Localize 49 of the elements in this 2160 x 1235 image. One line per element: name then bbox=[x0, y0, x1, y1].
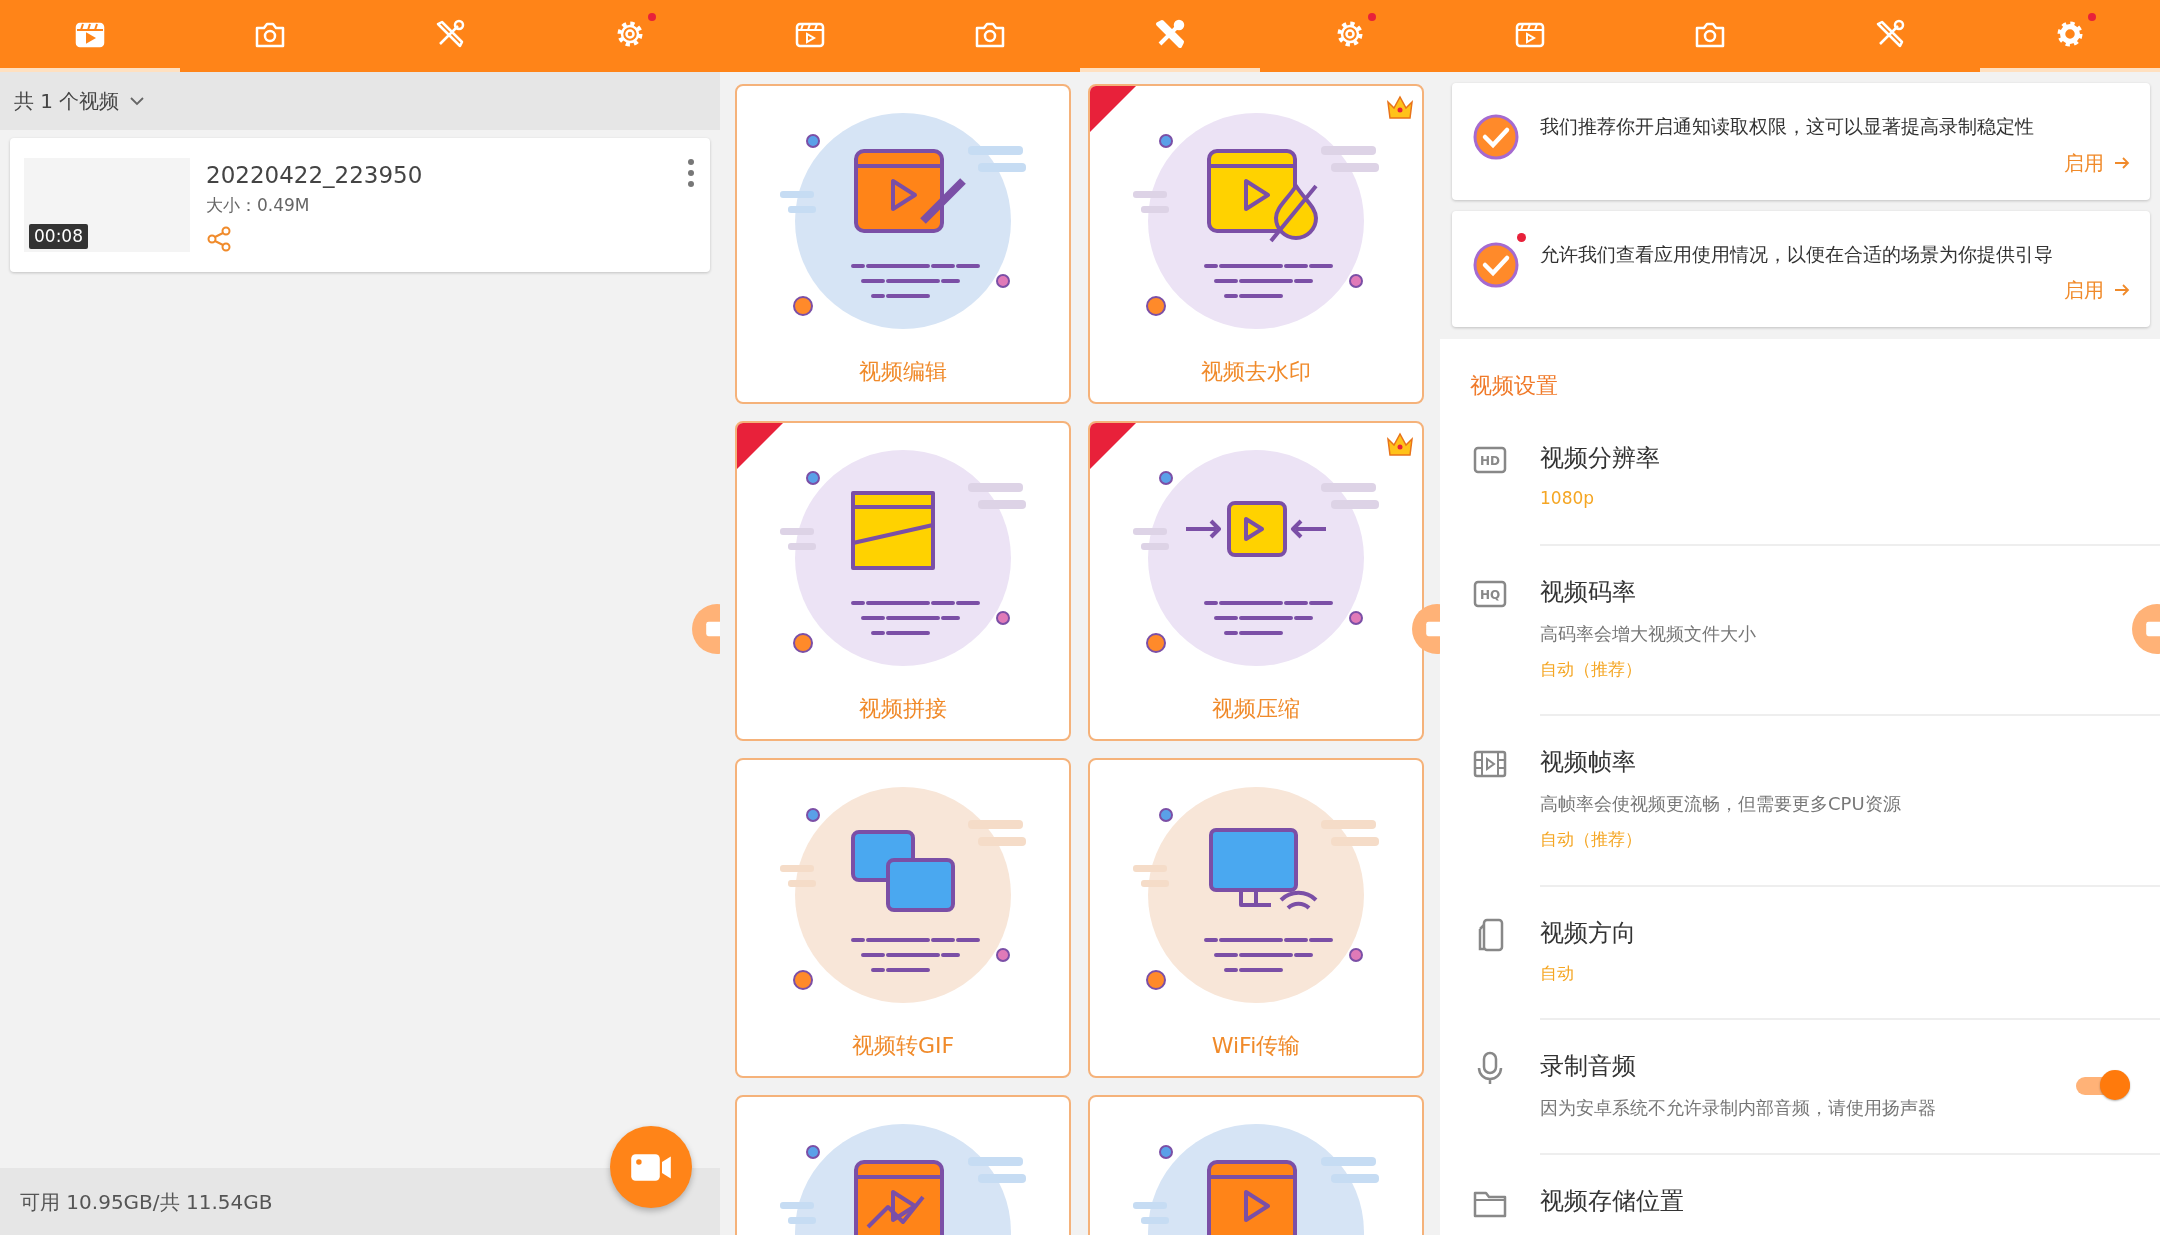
setting-title: 视频方向 bbox=[1540, 917, 1636, 949]
setting-item[interactable]: 录制音频 因为安卓系统不允许录制内部音频，请使用扬声器 bbox=[1540, 1020, 2160, 1156]
setting-item[interactable]: 视频存储位置 bbox=[1540, 1155, 2160, 1235]
setting-description: 高码率会增大视频文件大小 bbox=[1540, 621, 1756, 646]
video-item[interactable]: 00:08 20220422_223950 大小：0.49M bbox=[10, 138, 710, 272]
setting-title: 录制音频 bbox=[1540, 1051, 1637, 1083]
setting-item[interactable]: 视频方向 自动 bbox=[1540, 886, 2160, 1021]
setting-item[interactable]: 视频帧率 高帧率会使视频更流畅，但需要更多CPU资源 自动（推荐） bbox=[1540, 716, 2160, 887]
setting-title: 视频码率 bbox=[1540, 576, 1637, 608]
storage-info: 可用 10.95GB/共 11.54GB bbox=[0, 1168, 720, 1235]
video-size: 大小：0.49M bbox=[206, 193, 311, 217]
permission-text: 我们推荐你开启通知读取权限，这可以显著提高录制稳定性 bbox=[1540, 114, 2035, 139]
video-count: 共 1 个视频 bbox=[14, 88, 120, 115]
tool-card[interactable]: 视频编辑 bbox=[735, 84, 1071, 404]
setting-item[interactable]: 视频分辨率 1080p bbox=[1540, 412, 2160, 546]
setting-description: 因为安卓系统不允许录制内部音频，请使用扬声器 bbox=[1540, 1096, 1936, 1121]
tool-label: WiFi传输 bbox=[1211, 1032, 1301, 1060]
setting-value: 自动 bbox=[1540, 961, 1575, 985]
tool-card[interactable]: 视频压缩 bbox=[1088, 421, 1424, 741]
permission-text: 允许我们查看应用使用情况，以便在合适的场景为你提供引导 bbox=[1540, 241, 2054, 267]
tool-label: 视频转GIF bbox=[851, 1032, 955, 1060]
setting-value: 1080p bbox=[1540, 487, 1596, 511]
share-icon[interactable] bbox=[206, 226, 232, 252]
check-icon bbox=[1472, 113, 1520, 161]
tool-label: 视频编辑 bbox=[859, 358, 947, 386]
video-duration: 00:08 bbox=[29, 223, 88, 249]
tool-label: 视频拼接 bbox=[859, 695, 947, 723]
setting-value: 自动（推荐） bbox=[1540, 828, 1643, 852]
setting-title: 视频分辨率 bbox=[1540, 443, 1660, 475]
more-options-icon[interactable] bbox=[686, 158, 696, 188]
dropdown-caret-icon[interactable] bbox=[129, 96, 146, 106]
tool-card[interactable]: 视频去水印 bbox=[1088, 84, 1424, 404]
tool-card[interactable]: 视频转GIF bbox=[735, 758, 1071, 1078]
tool-label: 视频去水印 bbox=[1201, 358, 1311, 386]
tool-label: 视频压缩 bbox=[1212, 695, 1300, 723]
tool-card[interactable]: WiFi传输 bbox=[1088, 758, 1424, 1078]
setting-title: 视频帧率 bbox=[1540, 747, 1637, 779]
video-title: 20220422_223950 bbox=[206, 161, 423, 190]
enable-button[interactable]: 启用 bbox=[2064, 147, 2130, 178]
setting-value: 自动（推荐） bbox=[1540, 657, 1643, 681]
setting-title: 视频存储位置 bbox=[1540, 1186, 1684, 1218]
setting-description: 高帧率会使视频更流畅，但需要更多CPU资源 bbox=[1540, 792, 1901, 817]
arrow-icon bbox=[2114, 155, 2130, 170]
arrow-icon bbox=[2114, 283, 2130, 298]
enable-button[interactable]: 启用 bbox=[2064, 275, 2130, 306]
check-icon bbox=[1472, 240, 1520, 289]
tool-card[interactable]: 视频拼接 bbox=[735, 421, 1071, 741]
section-title: 视频设置 bbox=[1469, 372, 1559, 401]
record-button[interactable] bbox=[610, 1126, 692, 1208]
